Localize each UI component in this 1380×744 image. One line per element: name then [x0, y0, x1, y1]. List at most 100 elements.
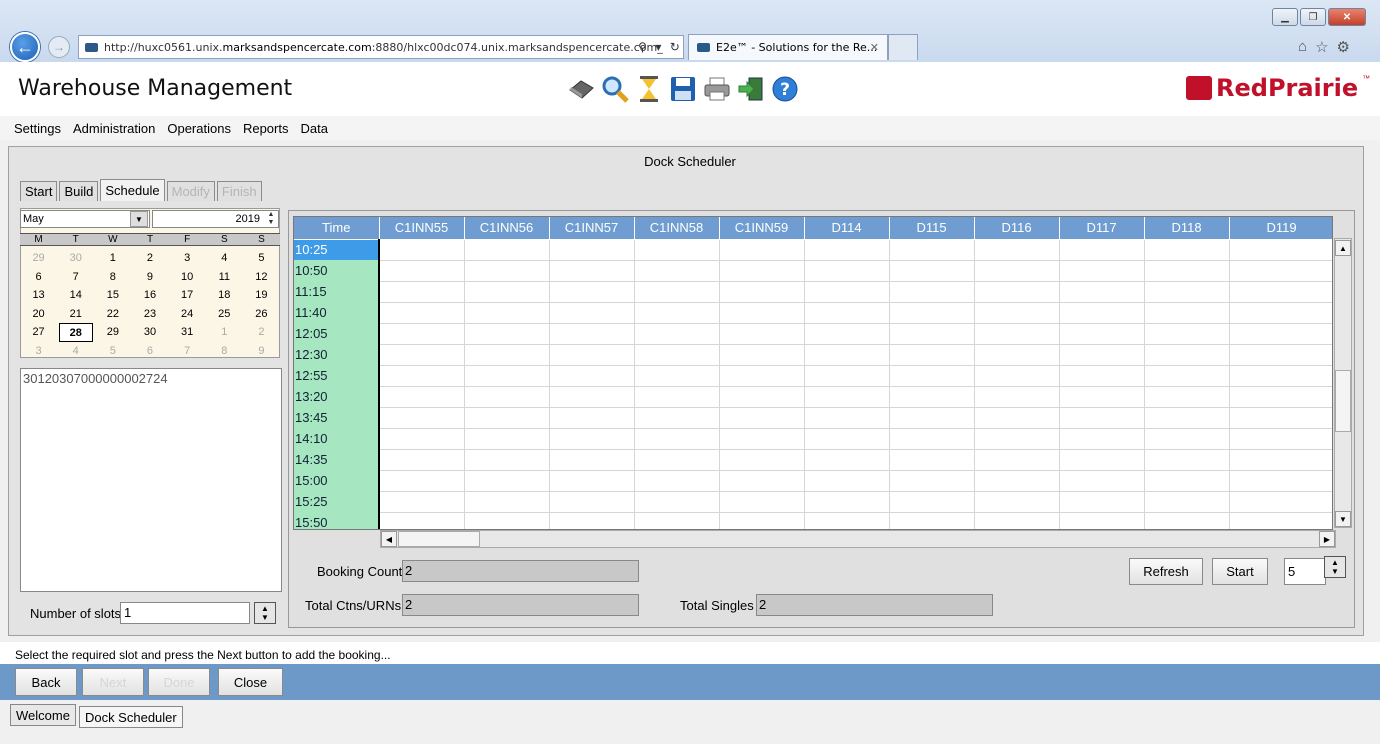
slot-cell[interactable] — [379, 407, 465, 429]
slot-cell[interactable] — [974, 386, 1060, 408]
slot-cell[interactable] — [1229, 470, 1332, 492]
slot-cell[interactable] — [634, 323, 720, 345]
slot-cell[interactable] — [1229, 428, 1332, 450]
slot-cell[interactable] — [974, 344, 1060, 366]
slot-cell[interactable] — [549, 365, 635, 387]
slot-cell[interactable] — [1229, 407, 1332, 429]
horizontal-scrollbar[interactable] — [380, 530, 1336, 548]
slot-cell[interactable] — [379, 365, 465, 387]
slot-cell[interactable] — [889, 407, 975, 429]
slot-cell[interactable] — [549, 449, 635, 471]
slot-cell[interactable] — [634, 239, 720, 261]
search-icon[interactable]: ⚲ — [638, 40, 647, 54]
slot-cell[interactable] — [634, 470, 720, 492]
slot-cell[interactable] — [889, 365, 975, 387]
slot-cell[interactable] — [379, 344, 465, 366]
search-icon[interactable] — [600, 74, 629, 103]
tab-schedule[interactable]: Schedule — [100, 179, 165, 201]
time-slot-cell[interactable]: 15:50 — [294, 512, 380, 529]
time-slot-cell[interactable]: 10:25 — [294, 239, 380, 260]
slot-cell[interactable] — [634, 407, 720, 429]
slot-cell[interactable] — [634, 428, 720, 450]
slot-cell[interactable] — [464, 365, 550, 387]
slot-cell[interactable] — [889, 449, 975, 471]
menu-settings[interactable]: Settings — [14, 121, 61, 136]
calendar-day[interactable]: 7 — [169, 342, 206, 361]
slot-cell[interactable] — [464, 491, 550, 513]
exit-icon[interactable] — [736, 74, 765, 103]
calendar-day-selected[interactable]: 28 — [58, 323, 93, 342]
help-icon[interactable]: ? — [770, 74, 799, 103]
slot-cell[interactable] — [719, 365, 805, 387]
dock-column-header[interactable]: D117 — [1059, 217, 1145, 240]
slot-cell[interactable] — [719, 512, 805, 529]
slot-cell[interactable] — [549, 491, 635, 513]
close-window-button[interactable]: ✕ — [1328, 8, 1366, 26]
slot-cell[interactable] — [379, 302, 465, 324]
start-button[interactable]: Start — [1212, 558, 1268, 585]
home-icon[interactable]: ⌂ — [1298, 38, 1307, 56]
calendar-day[interactable]: 20 — [20, 305, 57, 324]
slot-cell[interactable] — [549, 344, 635, 366]
slot-cell[interactable] — [889, 281, 975, 303]
slot-cell[interactable] — [889, 323, 975, 345]
forward-arrow-icon[interactable]: → — [48, 36, 70, 58]
dock-column-header[interactable]: C1INN56 — [464, 217, 550, 240]
calendar-day[interactable]: 9 — [243, 342, 280, 361]
calendar-day[interactable]: 23 — [131, 305, 168, 324]
slot-cell[interactable] — [549, 239, 635, 261]
calendar-day[interactable]: 11 — [206, 268, 243, 287]
menu-data[interactable]: Data — [300, 121, 327, 136]
slot-cell[interactable] — [1229, 449, 1332, 471]
tab-start[interactable]: Start — [20, 181, 58, 201]
slot-cell[interactable] — [1059, 323, 1145, 345]
menu-reports[interactable]: Reports — [243, 121, 289, 136]
time-slot-cell[interactable]: 15:25 — [294, 491, 380, 512]
slot-cell[interactable] — [1229, 344, 1332, 366]
slot-cell[interactable] — [634, 260, 720, 282]
slot-cell[interactable] — [719, 386, 805, 408]
slot-cell[interactable] — [974, 281, 1060, 303]
dock-column-header[interactable]: D116 — [974, 217, 1060, 240]
slot-cell[interactable] — [634, 365, 720, 387]
slot-cell[interactable] — [719, 407, 805, 429]
slot-cell[interactable] — [1059, 386, 1145, 408]
list-item[interactable]: 30120307000000002724 — [21, 369, 281, 388]
slot-cell[interactable] — [549, 512, 635, 529]
calendar-day[interactable]: 16 — [131, 286, 168, 305]
slot-cell[interactable] — [804, 344, 890, 366]
slot-cell[interactable] — [549, 260, 635, 282]
calendar-day[interactable]: 9 — [131, 268, 168, 287]
time-slot-cell[interactable]: 11:40 — [294, 302, 380, 323]
restore-button[interactable]: ❐ — [1300, 8, 1326, 26]
slot-cell[interactable] — [464, 323, 550, 345]
slot-cell[interactable] — [1059, 491, 1145, 513]
slot-cell[interactable] — [804, 512, 890, 529]
slot-cell[interactable] — [1144, 302, 1230, 324]
slot-cell[interactable] — [464, 449, 550, 471]
slot-cell[interactable] — [464, 386, 550, 408]
slot-cell[interactable] — [804, 386, 890, 408]
slot-cell[interactable] — [1229, 302, 1332, 324]
year-spinner[interactable]: 2019 — [152, 210, 279, 228]
slot-cell[interactable] — [974, 302, 1060, 324]
refresh-button[interactable]: Refresh — [1129, 558, 1203, 585]
slot-cell[interactable] — [549, 302, 635, 324]
slot-cell[interactable] — [889, 512, 975, 529]
booking-list[interactable]: 30120307000000002724 — [20, 368, 282, 592]
slot-cell[interactable] — [889, 344, 975, 366]
slot-cell[interactable] — [379, 449, 465, 471]
interval-stepper[interactable]: ▲ ▼ — [1324, 556, 1346, 578]
slot-cell[interactable] — [549, 281, 635, 303]
eraser-icon[interactable] — [566, 74, 595, 103]
slot-cell[interactable] — [974, 449, 1060, 471]
slot-cell[interactable] — [719, 491, 805, 513]
calendar-day[interactable]: 4 — [57, 342, 94, 361]
slot-cell[interactable] — [1229, 281, 1332, 303]
slot-cell[interactable] — [804, 302, 890, 324]
dock-column-header[interactable]: C1INN59 — [719, 217, 805, 240]
slot-cell[interactable] — [549, 386, 635, 408]
slot-cell[interactable] — [804, 281, 890, 303]
slot-cell[interactable] — [379, 491, 465, 513]
slot-cell[interactable] — [974, 491, 1060, 513]
